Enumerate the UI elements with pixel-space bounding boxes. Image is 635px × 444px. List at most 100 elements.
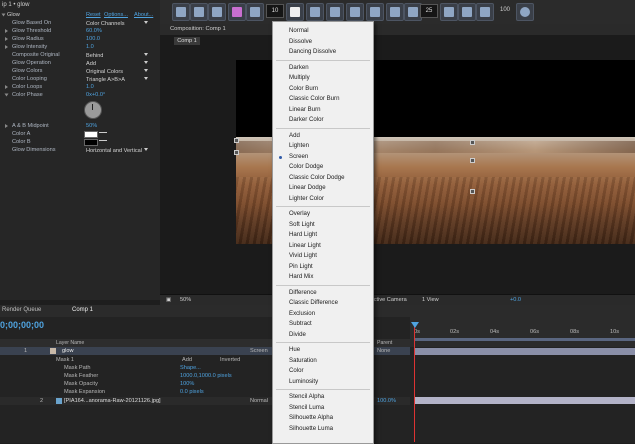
settings-icon[interactable]: [516, 3, 534, 21]
menu-item-color-dodge[interactable]: Color Dodge: [289, 163, 323, 170]
opacity-value[interactable]: 100.0%: [377, 397, 396, 405]
menu-item-classic-color-burn[interactable]: Classic Color Burn: [289, 95, 339, 102]
parent-dropdown[interactable]: None: [377, 347, 390, 355]
menu-item-pin-light[interactable]: Pin Light: [289, 263, 313, 270]
layer-mode-dropdown[interactable]: Normal: [250, 397, 268, 405]
viewer-icon[interactable]: ▣: [166, 297, 171, 303]
color-looping-dropdown[interactable]: Triangle A>B>A: [84, 76, 152, 83]
mask-mode-dropdown[interactable]: Add: [182, 356, 192, 364]
menu-item-lighten[interactable]: Lighten: [289, 142, 309, 149]
playhead-line[interactable]: [414, 322, 415, 442]
menu-item-darken[interactable]: Darken: [289, 64, 309, 71]
menu-item-subtract[interactable]: Subtract: [289, 320, 312, 327]
param-value[interactable]: 0x+0.0°: [86, 91, 105, 99]
mask-vertex-handle[interactable]: [234, 150, 239, 155]
param-value[interactable]: 1.0: [86, 43, 94, 51]
menu-item-dancing-dissolve[interactable]: Dancing Dissolve: [289, 48, 336, 55]
param-value[interactable]: 60.0%: [86, 27, 102, 35]
menu-item-stencil-luma[interactable]: Stencil Luma: [289, 404, 324, 411]
glow-based-on-dropdown[interactable]: Color Channels: [84, 20, 152, 27]
expand-icon[interactable]: [5, 37, 8, 41]
expand-icon[interactable]: [5, 29, 8, 33]
exposure-value[interactable]: +0.0: [510, 297, 521, 303]
menu-item-soft-light[interactable]: Soft Light: [289, 221, 315, 228]
color-b-swatch[interactable]: [84, 139, 98, 146]
menu-item-silhouette-alpha[interactable]: Silhouette Alpha: [289, 414, 333, 421]
save-icon[interactable]: [326, 3, 344, 21]
about-link[interactable]: About...: [134, 11, 153, 19]
paint-tool-icon[interactable]: [246, 3, 264, 21]
expand-icon[interactable]: [1, 13, 6, 17]
zoom-dropdown[interactable]: 50%: [180, 297, 191, 303]
menu-item-divide[interactable]: Divide: [289, 331, 306, 338]
brush-preset-icon[interactable]: [346, 3, 364, 21]
menu-item-screen[interactable]: Screen: [289, 153, 308, 160]
menu-item-lighter-color[interactable]: Lighter Color: [289, 195, 324, 202]
color-a-swatch[interactable]: [84, 131, 98, 138]
expand-icon[interactable]: [5, 45, 8, 49]
clone-tool-icon[interactable]: [190, 3, 208, 21]
menu-item-linear-light[interactable]: Linear Light: [289, 242, 321, 249]
shape-tool-icon[interactable]: [286, 3, 304, 21]
reset-link[interactable]: Reset: [86, 11, 101, 19]
menu-item-linear-burn[interactable]: Linear Burn: [289, 106, 321, 113]
pen-tool-icon[interactable]: [366, 3, 384, 21]
menu-item-saturation[interactable]: Saturation: [289, 357, 317, 364]
timecode[interactable]: 0;00;00;00: [0, 320, 44, 330]
layer-duration-bar-glow[interactable]: [414, 348, 635, 355]
layer-mode-dropdown[interactable]: Screen: [250, 347, 268, 355]
grid-icon[interactable]: [440, 3, 458, 21]
menu-item-hue[interactable]: Hue: [289, 346, 300, 353]
menu-item-darker-color[interactable]: Darker Color: [289, 116, 324, 123]
menu-item-classic-color-dodge[interactable]: Classic Color Dodge: [289, 174, 345, 181]
menu-item-overlay[interactable]: Overlay: [289, 210, 310, 217]
menu-item-add[interactable]: Add: [289, 132, 300, 139]
mask-vertex-handle[interactable]: [470, 189, 475, 194]
inverted-checkbox-label[interactable]: Inverted: [220, 356, 240, 364]
menu-item-classic-difference[interactable]: Classic Difference: [289, 299, 338, 306]
param-value[interactable]: 50%: [86, 122, 97, 130]
tab-comp-1[interactable]: Comp 1: [72, 307, 93, 313]
expand-icon[interactable]: [5, 124, 8, 128]
expand-icon[interactable]: [4, 93, 9, 97]
time-ruler[interactable]: 0s 02s 04s 06s 08s 10s: [410, 317, 635, 347]
size-field[interactable]: 10: [266, 4, 284, 18]
fill-icon[interactable]: [476, 3, 494, 21]
menu-item-color-burn[interactable]: Color Burn: [289, 85, 318, 92]
menu-item-linear-dodge[interactable]: Linear Dodge: [289, 184, 326, 191]
param-value[interactable]: 100.0: [86, 35, 100, 43]
param-value[interactable]: 1.0: [86, 83, 94, 91]
menu-item-normal[interactable]: Normal: [289, 27, 309, 34]
tab-render-queue[interactable]: Render Queue: [2, 307, 41, 313]
eyedropper-icon[interactable]: [99, 140, 107, 144]
menu-item-vivid-light[interactable]: Vivid Light: [289, 252, 317, 259]
color-phase-dial[interactable]: [84, 101, 102, 119]
eraser-tool-icon[interactable]: [208, 3, 226, 21]
glow-operation-dropdown[interactable]: Add: [84, 60, 152, 67]
composite-original-dropdown[interactable]: Behind: [84, 52, 152, 59]
layer-duration-bar-image[interactable]: [414, 397, 635, 404]
menu-item-dissolve[interactable]: Dissolve: [289, 38, 312, 45]
property-value[interactable]: 1000.0,1000.0 pixels: [180, 372, 232, 380]
print-icon[interactable]: [306, 3, 324, 21]
mask-vertex-handle[interactable]: [470, 140, 475, 145]
menu-item-color[interactable]: Color: [289, 367, 304, 374]
mask-vertex-handle[interactable]: [234, 138, 239, 143]
glow-dimensions-dropdown[interactable]: Horizontal and Vertical: [84, 147, 152, 154]
mask-vertex-handle[interactable]: [470, 158, 475, 163]
opacity-field[interactable]: 25: [420, 4, 438, 18]
menu-item-hard-mix[interactable]: Hard Mix: [289, 273, 313, 280]
brush-tool-icon[interactable]: [172, 3, 190, 21]
menu-item-silhouette-luma[interactable]: Silhouette Luma: [289, 425, 333, 432]
comp-tab[interactable]: Comp 1: [174, 37, 200, 45]
menu-item-hard-light[interactable]: Hard Light: [289, 231, 317, 238]
views-dropdown[interactable]: 1 View: [422, 297, 439, 303]
property-value[interactable]: 0.0 pixels: [180, 388, 204, 396]
eyedropper-icon[interactable]: [99, 132, 107, 136]
camera-dropdown[interactable]: Active Camera: [370, 297, 407, 303]
menu-item-difference[interactable]: Difference: [289, 289, 317, 296]
options-link[interactable]: Options...: [104, 11, 128, 19]
menu-item-multiply[interactable]: Multiply: [289, 74, 310, 81]
property-value[interactable]: Shape...: [180, 364, 201, 372]
property-value[interactable]: 100%: [180, 380, 194, 388]
